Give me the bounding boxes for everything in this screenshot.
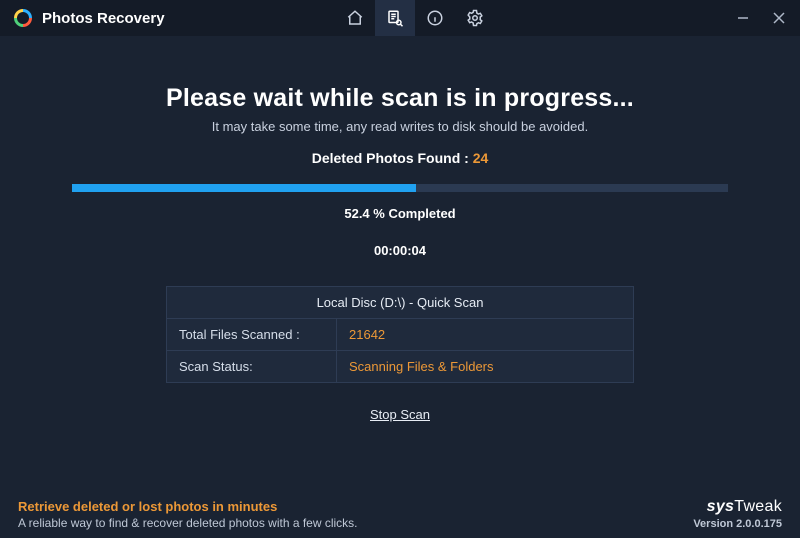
- panel-value: Scanning Files & Folders: [337, 351, 633, 382]
- page-heading: Please wait while scan is in progress...: [36, 84, 764, 113]
- home-button[interactable]: [335, 0, 375, 36]
- progress-fill: [72, 184, 416, 192]
- info-button[interactable]: [415, 0, 455, 36]
- close-icon: [773, 12, 785, 24]
- scan-button[interactable]: [375, 0, 415, 36]
- page-subheading: It may take some time, any read writes t…: [36, 119, 764, 134]
- panel-label: Total Files Scanned :: [167, 319, 337, 350]
- minimize-icon: [737, 12, 749, 24]
- deleted-found: Deleted Photos Found : 24: [36, 150, 764, 166]
- info-icon: [426, 9, 444, 27]
- scan-panel-header: Local Disc (D:\) - Quick Scan: [167, 287, 633, 319]
- gear-icon: [466, 9, 484, 27]
- window-controls: [732, 7, 790, 29]
- panel-value: 21642: [337, 319, 633, 350]
- settings-button[interactable]: [455, 0, 495, 36]
- progress-track: [72, 184, 728, 192]
- app-logo-icon: [14, 9, 32, 27]
- scan-panel: Local Disc (D:\) - Quick Scan Total File…: [166, 286, 634, 383]
- brand-logo: sysTweak: [693, 498, 782, 516]
- close-button[interactable]: [768, 7, 790, 29]
- brand-part2: Tweak: [734, 498, 782, 515]
- scan-icon: [386, 9, 404, 27]
- home-icon: [346, 9, 364, 27]
- brand-part1: sys: [707, 498, 735, 515]
- version-label: Version 2.0.0.175: [693, 518, 782, 530]
- titlebar: Photos Recovery: [0, 0, 800, 36]
- progress-percent: 52.4 % Completed: [36, 206, 764, 221]
- footer-right: sysTweak Version 2.0.0.175: [693, 498, 782, 530]
- app-title: Photos Recovery: [42, 10, 165, 27]
- footer: Retrieve deleted or lost photos in minut…: [0, 488, 800, 538]
- footer-description: A reliable way to find & recover deleted…: [18, 516, 358, 530]
- minimize-button[interactable]: [732, 7, 754, 29]
- panel-row: Total Files Scanned : 21642: [167, 319, 633, 351]
- titlebar-nav: [335, 0, 495, 36]
- deleted-found-label: Deleted Photos Found :: [312, 150, 473, 166]
- deleted-found-count: 24: [473, 150, 489, 166]
- main: Please wait while scan is in progress...…: [0, 36, 800, 424]
- panel-row: Scan Status: Scanning Files & Folders: [167, 351, 633, 382]
- stop-scan-link[interactable]: Stop Scan: [370, 407, 430, 422]
- elapsed-time: 00:00:04: [36, 243, 764, 258]
- panel-label: Scan Status:: [167, 351, 337, 382]
- footer-tagline: Retrieve deleted or lost photos in minut…: [18, 499, 358, 514]
- footer-left: Retrieve deleted or lost photos in minut…: [18, 499, 358, 530]
